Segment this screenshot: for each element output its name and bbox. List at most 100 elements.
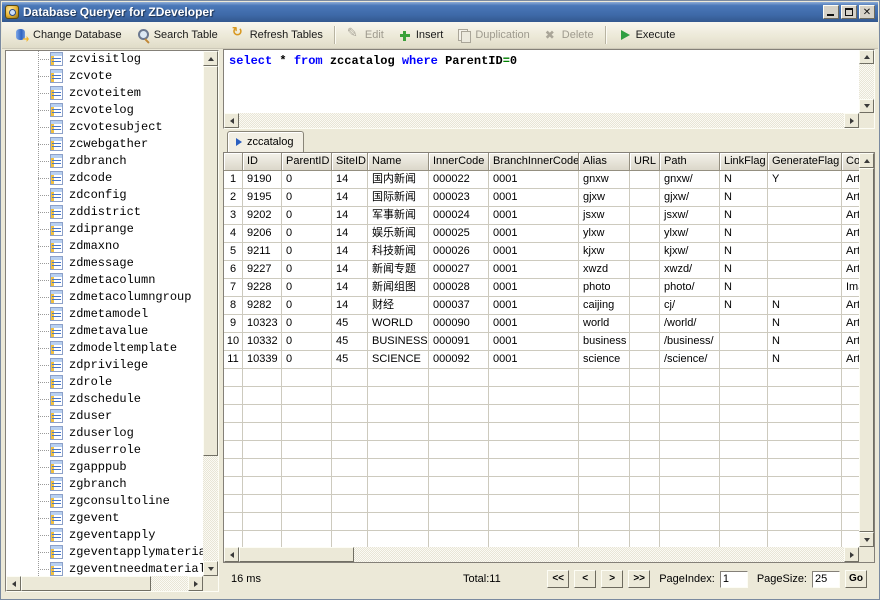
table-cell[interactable]: N <box>720 225 768 243</box>
table-cell[interactable] <box>768 261 842 279</box>
table-row[interactable]: 1010332045BUSINESS0000910001business/bus… <box>224 333 859 351</box>
column-header-LinkFlag[interactable]: LinkFlag <box>720 153 768 171</box>
tree-item-zcvoteitem[interactable]: zcvoteitem <box>6 85 203 102</box>
table-cell[interactable]: 0001 <box>489 225 579 243</box>
table-cell[interactable]: SCIENCE <box>368 351 429 369</box>
tree-item-zgeventapply[interactable]: zgeventapply <box>6 527 203 544</box>
table-cell[interactable]: Art <box>842 243 859 261</box>
scroll-right-button[interactable] <box>844 113 859 128</box>
table-cell[interactable] <box>630 333 660 351</box>
tree-hscroll-thumb[interactable] <box>21 576 151 591</box>
first-page-button[interactable]: << <box>547 570 569 588</box>
table-cell[interactable]: 11 <box>224 351 243 369</box>
table-cell[interactable]: 0001 <box>489 243 579 261</box>
table-cell[interactable] <box>630 315 660 333</box>
search-table-button[interactable]: Search Table <box>129 25 225 45</box>
column-header-BranchInnerCode[interactable]: BranchInnerCode <box>489 153 579 171</box>
table-cell[interactable]: kjxw <box>579 243 630 261</box>
scroll-down-button[interactable] <box>859 99 874 113</box>
table-cell[interactable]: 新闻组图 <box>368 279 429 297</box>
tree-vscrollbar[interactable] <box>203 51 218 576</box>
table-cell[interactable] <box>630 189 660 207</box>
table-cell[interactable]: 2 <box>224 189 243 207</box>
table-cell[interactable]: 14 <box>332 171 368 189</box>
table-cell[interactable]: 0 <box>282 261 332 279</box>
table-cell[interactable]: xwzd <box>579 261 630 279</box>
table-cell[interactable] <box>768 207 842 225</box>
tab-zccatalog[interactable]: zccatalog <box>227 131 304 152</box>
table-row[interactable]: 69227014新闻专题0000270001xwzdxwzd/NArt <box>224 261 859 279</box>
table-cell[interactable]: Art <box>842 207 859 225</box>
table-cell[interactable]: 0 <box>282 351 332 369</box>
table-cell[interactable]: Art <box>842 297 859 315</box>
table-cell[interactable]: caijing <box>579 297 630 315</box>
tree-item-zcvotesubject[interactable]: zcvotesubject <box>6 119 203 136</box>
table-cell[interactable]: 45 <box>332 351 368 369</box>
tree-item-zcvote[interactable]: zcvote <box>6 68 203 85</box>
table-cell[interactable]: 14 <box>332 225 368 243</box>
scroll-left-button[interactable] <box>224 113 239 128</box>
table-cell[interactable] <box>720 351 768 369</box>
table-cell[interactable]: 0001 <box>489 207 579 225</box>
scroll-down-button[interactable] <box>859 532 874 547</box>
grid-vscroll-thumb[interactable] <box>859 168 874 532</box>
tree-item-zduserlog[interactable]: zduserlog <box>6 425 203 442</box>
scroll-down-button[interactable] <box>203 561 218 576</box>
table-cell[interactable]: 14 <box>332 189 368 207</box>
tree-item-zdrole[interactable]: zdrole <box>6 374 203 391</box>
table-cell[interactable]: Art <box>842 189 859 207</box>
close-button[interactable]: ✕ <box>859 5 875 19</box>
page-size-input[interactable] <box>812 571 840 588</box>
table-cell[interactable] <box>768 279 842 297</box>
table-cell[interactable]: jsxw <box>579 207 630 225</box>
table-cell[interactable] <box>768 189 842 207</box>
table-cell[interactable]: N <box>768 315 842 333</box>
prev-page-button[interactable]: < <box>574 570 596 588</box>
table-cell[interactable]: 财经 <box>368 297 429 315</box>
column-header-GenerateFlag[interactable]: GenerateFlag <box>768 153 842 171</box>
table-cell[interactable]: 000024 <box>429 207 489 225</box>
scroll-left-button[interactable] <box>6 576 21 591</box>
table-cell[interactable]: photo/ <box>660 279 720 297</box>
table-cell[interactable]: 000092 <box>429 351 489 369</box>
table-cell[interactable] <box>768 225 842 243</box>
table-cell[interactable]: 4 <box>224 225 243 243</box>
table-cell[interactable]: 9206 <box>243 225 282 243</box>
table-row[interactable]: 89282014财经0000370001caijingcj/NNArt <box>224 297 859 315</box>
table-cell[interactable]: 000025 <box>429 225 489 243</box>
table-cell[interactable]: 10332 <box>243 333 282 351</box>
table-cell[interactable]: kjxw/ <box>660 243 720 261</box>
tree-item-zdschedule[interactable]: zdschedule <box>6 391 203 408</box>
tree-item-zdmetamodel[interactable]: zdmetamodel <box>6 306 203 323</box>
table-cell[interactable]: 000026 <box>429 243 489 261</box>
table-cell[interactable]: 0001 <box>489 333 579 351</box>
refresh-tables-button[interactable]: Refresh Tables <box>225 25 330 45</box>
table-cell[interactable]: 5 <box>224 243 243 261</box>
table-cell[interactable]: 科技新闻 <box>368 243 429 261</box>
scroll-right-button[interactable] <box>844 547 859 562</box>
table-cell[interactable]: jsxw/ <box>660 207 720 225</box>
table-cell[interactable]: N <box>720 207 768 225</box>
table-row[interactable]: 29195014国际新闻0000230001gjxwgjxw/NArt <box>224 189 859 207</box>
grid-vscrollbar[interactable] <box>859 153 874 547</box>
table-cell[interactable]: xwzd/ <box>660 261 720 279</box>
table-cell[interactable]: Art <box>842 171 859 189</box>
table-cell[interactable] <box>768 243 842 261</box>
tree-item-zdmetacolumngroup[interactable]: zdmetacolumngroup <box>6 289 203 306</box>
tree-item-zdiprange[interactable]: zdiprange <box>6 221 203 238</box>
table-cell[interactable]: 军事新闻 <box>368 207 429 225</box>
table-cell[interactable]: /world/ <box>660 315 720 333</box>
tree-item-zcvotelog[interactable]: zcvotelog <box>6 102 203 119</box>
table-cell[interactable]: 3 <box>224 207 243 225</box>
table-row[interactable]: 59211014科技新闻0000260001kjxwkjxw/NArt <box>224 243 859 261</box>
last-page-button[interactable]: >> <box>628 570 650 588</box>
table-cell[interactable]: 0001 <box>489 315 579 333</box>
table-cell[interactable]: 0 <box>282 243 332 261</box>
table-cell[interactable]: 新闻专题 <box>368 261 429 279</box>
table-cell[interactable]: 6 <box>224 261 243 279</box>
table-cell[interactable]: 14 <box>332 207 368 225</box>
table-cell[interactable]: gjxw/ <box>660 189 720 207</box>
go-button[interactable]: Go <box>845 570 867 588</box>
table-cell[interactable]: 14 <box>332 279 368 297</box>
table-cell[interactable]: 000028 <box>429 279 489 297</box>
